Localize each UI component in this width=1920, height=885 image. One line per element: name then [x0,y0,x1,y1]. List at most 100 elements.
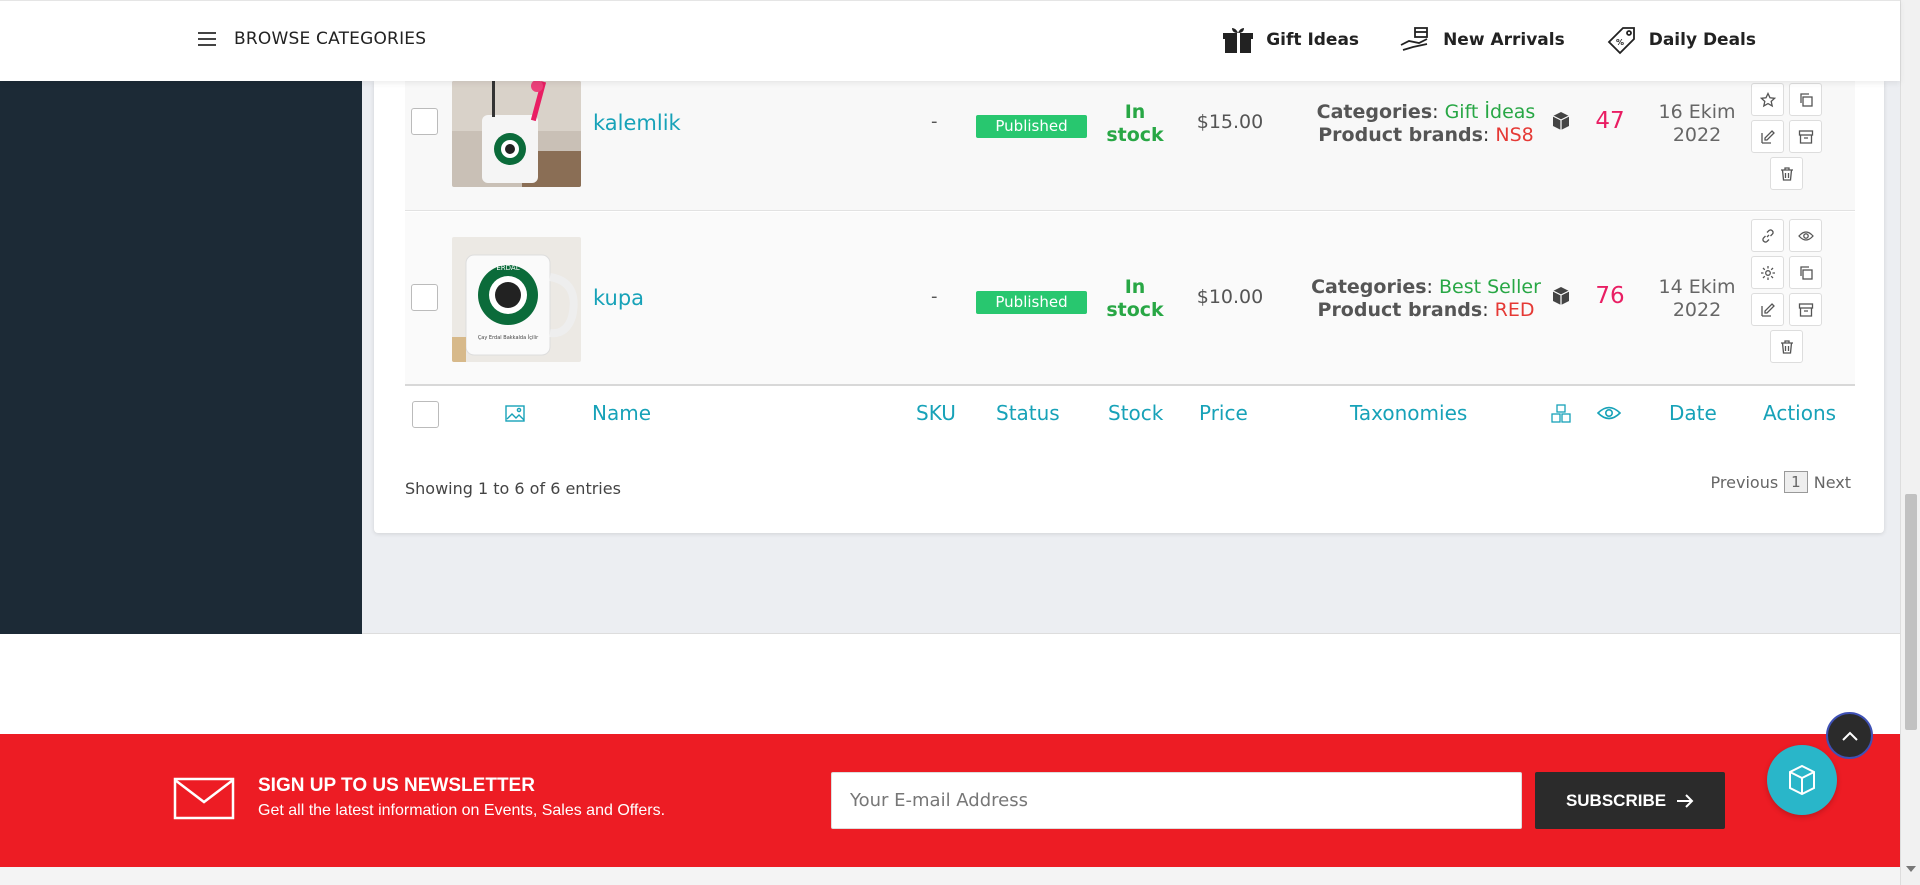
column-header-date[interactable]: Date [1669,401,1717,425]
product-date: 14 Ekim 2022 [1647,276,1747,322]
newsletter-section: SIGN UP TO US NEWSLETTER Get all the lat… [0,734,1900,867]
brands-label: Product brands [1317,299,1483,321]
row-checkbox[interactable] [411,284,438,311]
subscribe-button[interactable]: SUBSCRIBE [1535,772,1725,829]
svg-text:Çay Erdal Bakkalda İçilir: Çay Erdal Bakkalda İçilir [478,334,539,341]
product-thumbnail[interactable]: ERDAL Çay Erdal Bakkalda İçilir [452,237,581,362]
browse-categories-label: BROWSE CATEGORIES [234,29,427,49]
svg-text:ERDAL: ERDAL [496,264,519,272]
date-line1: 14 Ekim [1658,276,1736,298]
column-header-status[interactable]: Status [996,401,1060,425]
product-date: 16 Ekim 2022 [1647,101,1747,147]
view-product-button[interactable] [1789,219,1822,252]
newsletter-subtitle: Get all the latest information on Events… [258,802,666,819]
column-header-taxonomies[interactable]: Taxonomies [1350,401,1467,425]
pagination-next[interactable]: Next [1814,473,1851,492]
product-name-link[interactable]: kupa [593,286,644,310]
duplicate-button[interactable] [1789,83,1822,116]
product-taxonomies: Categories: Gift İdeas Product brands: N… [1316,101,1536,146]
browse-categories-button[interactable]: BROWSE CATEGORIES [198,29,426,49]
product-price: $10.00 [1196,286,1264,308]
product-thumbnail[interactable] [452,81,581,187]
column-header-stock[interactable]: Stock [1108,401,1163,425]
nav-gift-ideas-label: Gift Ideas [1266,30,1360,50]
status-badge: Published [976,115,1087,138]
floating-cube-button[interactable] [1767,745,1837,815]
archive-button[interactable] [1789,293,1822,326]
copy-link-button[interactable] [1751,219,1784,252]
page-scrollbar[interactable] [1900,0,1920,885]
stock-line1: In [1124,276,1146,298]
svg-text:%: % [1616,38,1624,47]
product-price: $15.00 [1196,111,1264,133]
scroll-down-arrow-icon[interactable] [1906,866,1916,872]
nav-daily-deals[interactable]: % Daily Deals [1605,25,1756,55]
stock-status: In stock [1090,276,1180,322]
scroll-to-top-button[interactable] [1826,712,1873,759]
nav-new-arrivals-label: New Arrivals [1443,30,1565,50]
star-icon [1759,91,1776,107]
brand-link[interactable]: NS8 [1495,124,1533,146]
date-line1: 16 Ekim [1658,101,1736,123]
row-checkbox[interactable] [411,108,438,135]
stock-line2: stock [1106,299,1164,321]
admin-sidebar [0,81,362,634]
product-name-link[interactable]: kalemlik [593,111,681,135]
categories-label: Categories [1316,101,1433,123]
categories-label: Categories [1311,276,1427,298]
edit-button[interactable] [1751,293,1784,326]
link-icon [1761,228,1774,243]
delete-button[interactable] [1770,330,1803,363]
duplicate-button[interactable] [1789,256,1822,289]
category-link[interactable]: Best Seller [1439,276,1541,298]
brand-link[interactable]: RED [1495,299,1535,321]
feature-star-button[interactable] [1751,83,1784,116]
view-count: 47 [1595,108,1625,134]
products-table-card: kalemlik - Published In stock $15.00 Cat… [374,81,1884,533]
trash-icon [1780,339,1793,354]
table-row: kalemlik - Published In stock $15.00 Cat… [405,81,1855,211]
brands-label: Product brands [1318,124,1483,146]
table-row: ERDAL Çay Erdal Bakkalda İçilir kupa - P… [405,212,1855,386]
edit-button[interactable] [1751,120,1784,153]
copy-icon [1799,265,1813,280]
archive-icon [1798,302,1813,317]
nav-new-arrivals[interactable]: New Arrivals [1399,25,1565,55]
nav-gift-ideas[interactable]: Gift Ideas [1222,25,1359,55]
newsletter-email-input[interactable]: Your E-mail Address [831,772,1522,829]
page-bottom-strip [0,867,1900,885]
column-header-price[interactable]: Price [1199,401,1248,425]
archive-button[interactable] [1789,120,1822,153]
column-header-sku[interactable]: SKU [916,401,956,425]
select-all-checkbox[interactable] [412,401,439,428]
product-type-column-icon [1551,404,1571,423]
trash-icon [1780,166,1793,181]
stock-line1: In [1124,101,1146,123]
pagination-previous[interactable]: Previous [1711,473,1779,492]
subscribe-label: SUBSCRIBE [1565,790,1667,810]
archive-icon [1798,129,1813,144]
stock-status: In stock [1090,101,1180,147]
hamburger-menu-icon [198,32,216,46]
image-column-icon [505,405,525,422]
eye-icon [1797,230,1814,241]
status-badge: Published [976,291,1087,314]
price-tag-icon: % [1607,27,1635,55]
scrollbar-thumb[interactable] [1905,494,1917,730]
column-header-name[interactable]: Name [592,401,651,425]
entries-info: Showing 1 to 6 of 6 entries [405,479,621,498]
product-type-box-icon [1552,287,1570,305]
gear-icon [1760,265,1775,280]
pagination-page-1[interactable]: 1 [1784,471,1808,493]
views-column-eye-icon [1597,406,1621,420]
stock-line2: stock [1106,124,1164,146]
category-link[interactable]: Gift İdeas [1445,101,1536,123]
top-nav-links: Gift Ideas New Arrivals % Daily Deals [1222,25,1756,55]
product-sku: - [931,286,938,307]
arrow-right-icon [1677,793,1694,808]
edit-icon [1760,129,1775,144]
settings-button[interactable] [1751,256,1784,289]
date-line2: 2022 [1672,299,1722,321]
delete-button[interactable] [1770,157,1803,190]
column-header-actions: Actions [1763,401,1837,425]
